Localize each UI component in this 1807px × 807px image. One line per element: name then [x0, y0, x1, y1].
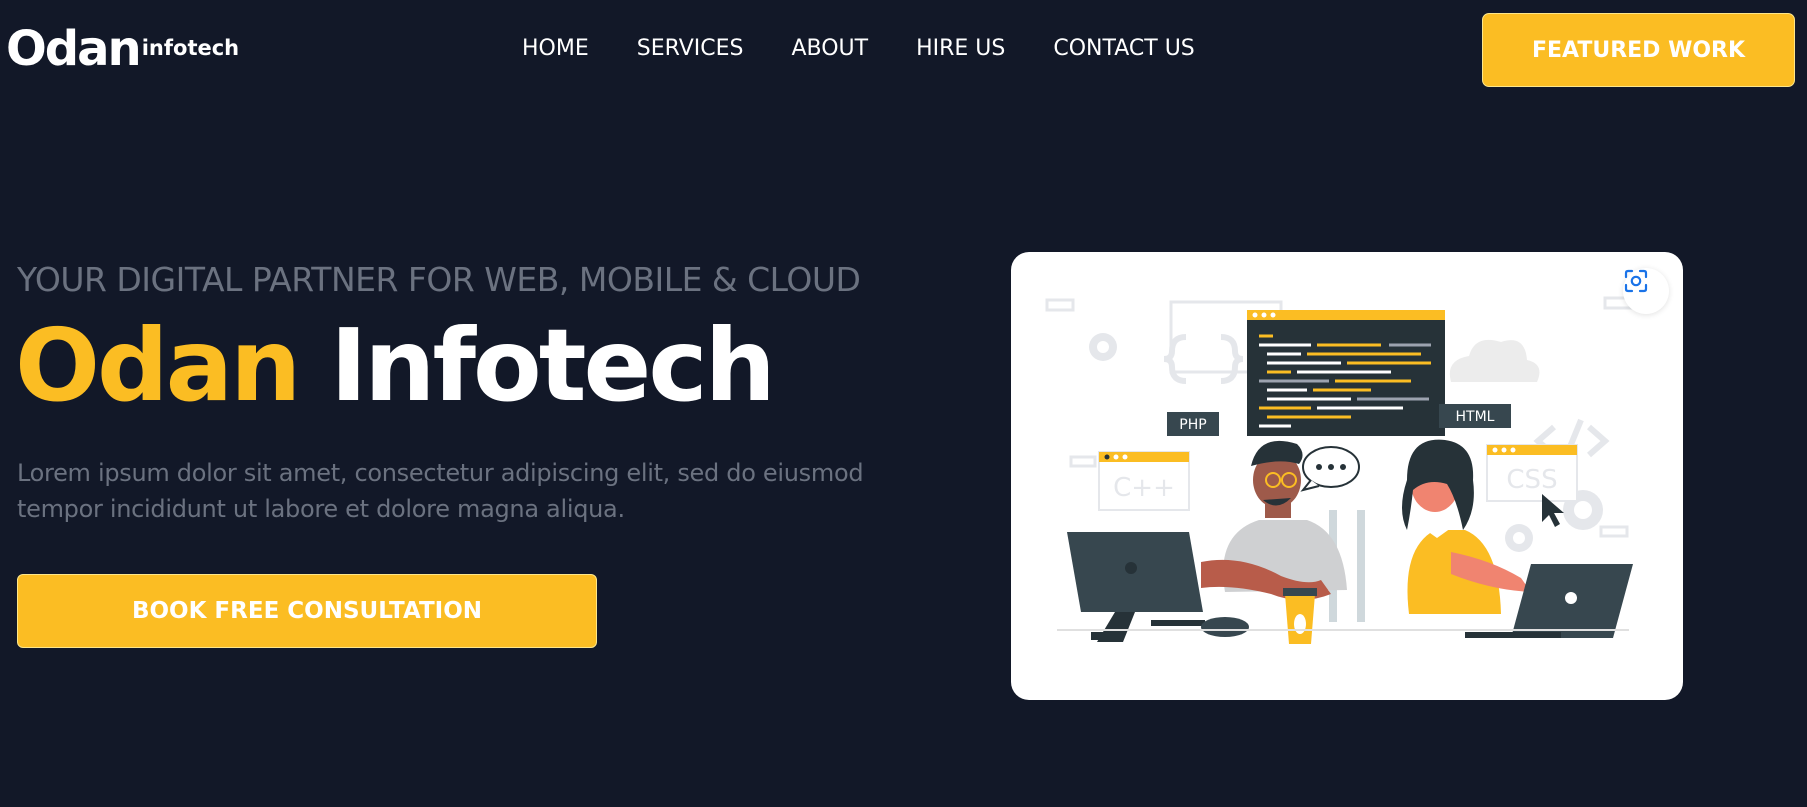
hero-illustration-card: PHP HTML C++ CSS [1011, 252, 1683, 700]
logo-sub-text: infotech [141, 36, 240, 60]
featured-work-button[interactable]: FEATURED WORK [1482, 13, 1795, 87]
visual-search-button[interactable] [1623, 268, 1669, 314]
nav-contact-us[interactable]: CONTACT US [1053, 34, 1194, 64]
headline-company: Infotech [330, 307, 776, 424]
css-tag: CSS [1506, 465, 1557, 495]
php-tag: PHP [1179, 417, 1206, 433]
cpp-tag: C++ [1113, 473, 1175, 503]
book-consultation-button[interactable]: BOOK FREE CONSULTATION [17, 574, 597, 648]
nav-about[interactable]: ABOUT [791, 34, 868, 64]
developers-illustration: PHP HTML C++ CSS [1045, 296, 1633, 644]
logo-main-text: Odan [6, 21, 142, 77]
main-nav: HOME SERVICES ABOUT HIRE US CONTACT US [522, 34, 1195, 64]
html-tag: HTML [1456, 409, 1495, 425]
logo[interactable]: Odan infotech [6, 20, 239, 78]
nav-hire-us[interactable]: HIRE US [916, 34, 1005, 64]
headline-brand: Odan [15, 307, 301, 424]
nav-services[interactable]: SERVICES [637, 34, 744, 64]
hero-tagline: YOUR DIGITAL PARTNER FOR WEB, MOBILE & C… [17, 260, 861, 299]
visual-search-icon [1624, 269, 1648, 293]
hero-description: Lorem ipsum dolor sit amet, consectetur … [17, 459, 864, 523]
nav-home[interactable]: HOME [522, 34, 589, 64]
hero-headline: Odan Infotech [15, 306, 776, 426]
